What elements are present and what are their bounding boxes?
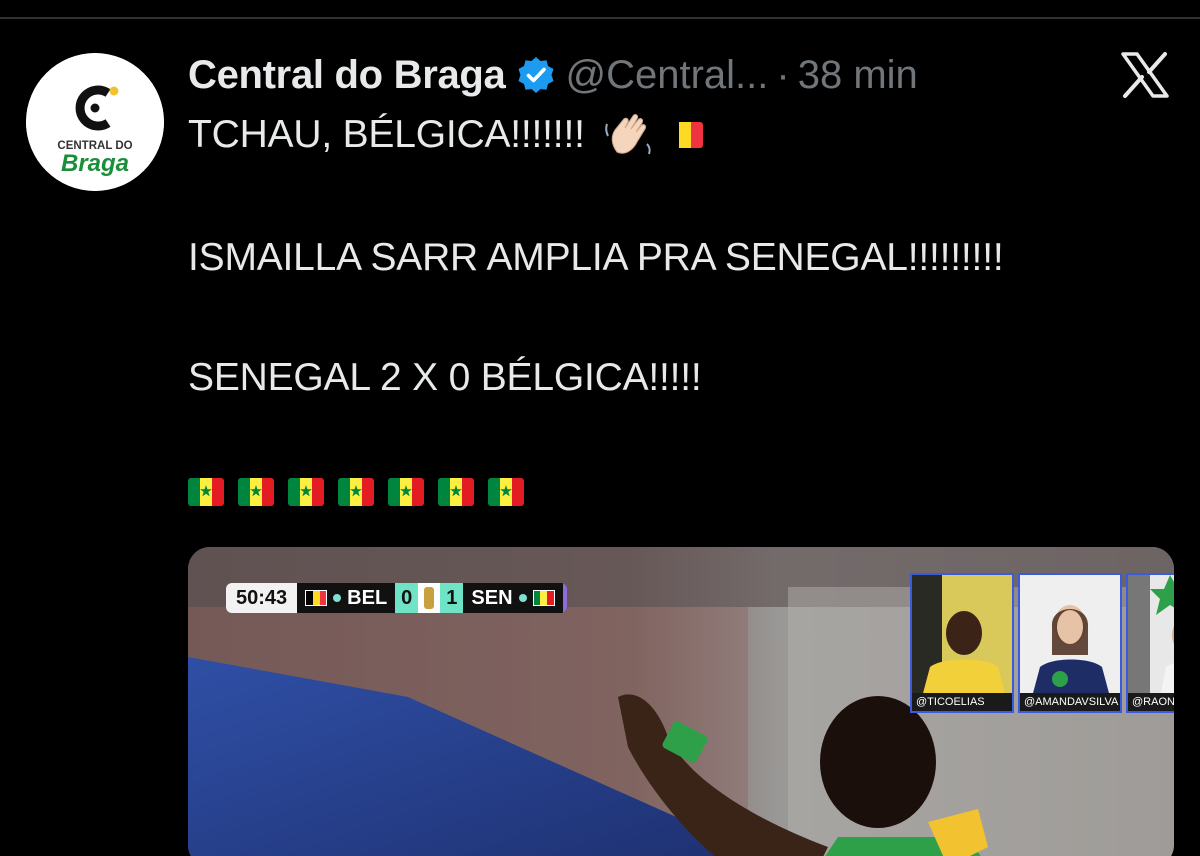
svg-text:Braga: Braga	[61, 150, 129, 177]
tweet-text-2: ISMAILLA SARR AMPLIA PRA SENEGAL!!!!!!!!…	[188, 236, 1004, 279]
senegal-flag-icon	[338, 478, 374, 506]
webcam-1-label: @TICOELIAS	[912, 693, 1012, 711]
senegal-flag-icon	[388, 478, 424, 506]
tweet-text-3: SENEGAL 2 X 0 BÉLGICA!!!!!	[188, 356, 702, 399]
scoreboard: 50:43 BEL 0 1 SEN	[226, 583, 567, 613]
match-clock: 50:43	[226, 583, 298, 613]
team-left-code: BEL	[347, 586, 388, 609]
score-left: 0	[395, 583, 419, 613]
webcam-3: @RAONY_	[1126, 573, 1174, 713]
senegal-flag-icon	[288, 478, 324, 506]
belgium-flag-icon	[305, 590, 328, 606]
verified-badge-icon	[516, 55, 556, 95]
dot-icon	[518, 594, 527, 602]
webcam-2: @AMANDAVSILVA	[1018, 573, 1122, 713]
waving-hand-icon	[603, 112, 655, 158]
tweet-text-1: TCHAU, BÉLGICA!!!!!!!	[188, 113, 585, 156]
belgium-flag-icon	[666, 122, 703, 148]
senegal-flag-icon	[488, 478, 524, 506]
handle[interactable]: @Central...	[566, 53, 769, 98]
timestamp[interactable]: 38 min	[798, 53, 918, 98]
central-do-braga-logo: CENTRAL DO Braga	[26, 53, 164, 191]
score-right: 1	[440, 583, 464, 613]
senegal-flag-icon	[188, 478, 224, 506]
team-right-code: SEN	[471, 586, 513, 609]
webcam-3-label: @RAONY_	[1128, 693, 1174, 711]
top-divider	[0, 17, 1200, 19]
tweet-text-line-1: TCHAU, BÉLGICA!!!!!!!	[188, 112, 703, 158]
separator: ·	[776, 52, 790, 97]
avatar[interactable]: CENTRAL DO Braga	[26, 53, 164, 191]
senegal-flag-icon	[438, 478, 474, 506]
senegal-flags-row	[188, 478, 524, 506]
tweet-media-video[interactable]: 50:43 BEL 0 1 SEN @TICOELIAS @AMANDAVSIL…	[188, 547, 1174, 856]
webcam-1: @TICOELIAS	[910, 573, 1014, 713]
display-name[interactable]: Central do Braga	[188, 53, 506, 98]
webcam-2-label: @AMANDAVSILVA	[1020, 693, 1120, 711]
trophy-icon	[418, 583, 441, 613]
x-logo-icon[interactable]	[1120, 52, 1170, 98]
senegal-flag-icon	[532, 590, 555, 606]
team-left: BEL	[297, 583, 396, 613]
dot-icon	[333, 594, 342, 602]
tweet-header: Central do Braga @Central... · 38 min	[188, 50, 918, 100]
team-right: SEN	[463, 583, 567, 613]
senegal-flag-icon	[238, 478, 274, 506]
